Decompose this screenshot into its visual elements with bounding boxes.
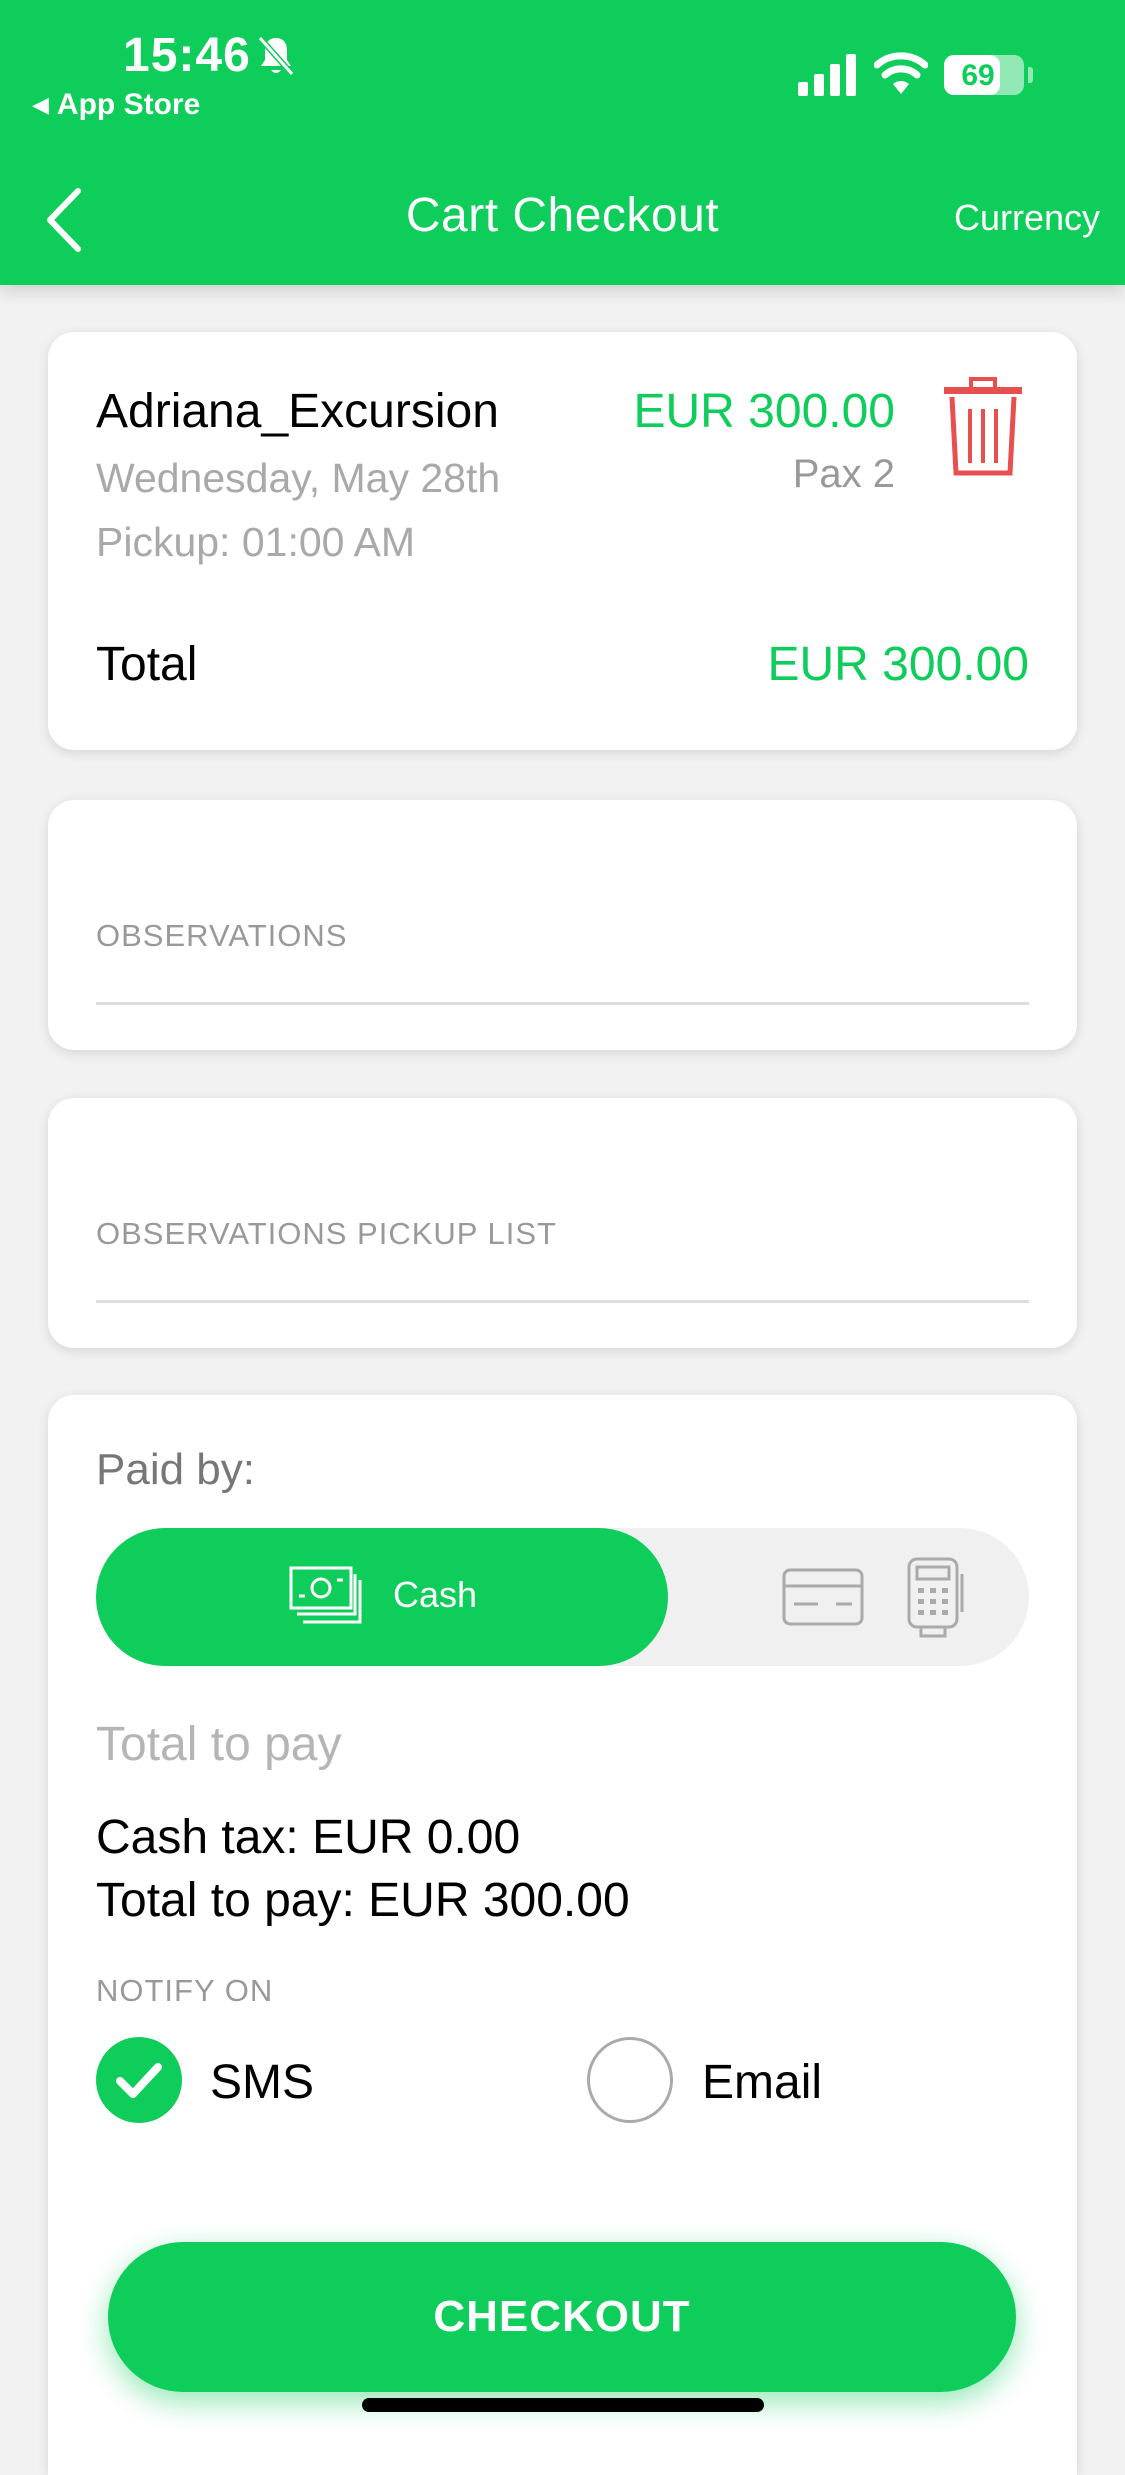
total-label: Total — [96, 638, 198, 691]
checkmark-icon — [116, 2063, 162, 2098]
header: 15:46 ◀ App Store 69 Cart Checkout Curren… — [0, 0, 1125, 285]
sms-radio[interactable] — [96, 2037, 182, 2123]
back-to-app-link[interactable]: ◀ App Store — [32, 88, 200, 122]
total-to-pay: Total to pay: EUR 300.00 — [96, 1874, 630, 1927]
observations-underline — [96, 1002, 1029, 1005]
cart-item-card: Adriana_Excursion Wednesday, May 28th Pi… — [48, 332, 1077, 750]
battery-percent: 69 — [961, 59, 995, 92]
observations-pickup-underline — [96, 1300, 1029, 1303]
home-indicator — [362, 2398, 764, 2412]
total-to-pay-heading: Total to pay — [96, 1718, 342, 1771]
sms-label[interactable]: SMS — [210, 2055, 314, 2110]
observations-field[interactable]: OBSERVATIONS — [96, 918, 347, 954]
paid-by-label: Paid by: — [96, 1445, 255, 1494]
cash-icon — [289, 1566, 362, 1624]
cash-option[interactable]: Cash — [96, 1528, 668, 1666]
observations-pickup-card: OBSERVATIONS PICKUP LIST — [48, 1098, 1077, 1348]
wifi-icon — [874, 52, 928, 94]
item-name: Adriana_Excursion — [96, 385, 499, 438]
notify-on-label: NOTIFY ON — [96, 1973, 274, 2008]
observations-card: OBSERVATIONS — [48, 800, 1077, 1050]
item-pax: Pax 2 — [792, 452, 895, 496]
observations-pickup-field[interactable]: OBSERVATIONS PICKUP LIST — [96, 1216, 557, 1252]
credit-card-icon[interactable] — [782, 1568, 864, 1626]
item-pickup-time: Pickup: 01:00 AM — [96, 519, 416, 565]
cellular-signal-icon — [798, 54, 856, 96]
email-label[interactable]: Email — [702, 2055, 822, 2110]
payment-method-selector: Cash — [96, 1528, 1029, 1666]
total-value: EUR 300.00 — [767, 638, 1030, 691]
bell-muted-icon — [257, 36, 295, 76]
item-price: EUR 300.00 — [633, 385, 896, 438]
currency-button[interactable]: Currency — [954, 197, 1100, 239]
checkout-button[interactable]: CHECKOUT — [108, 2242, 1016, 2392]
pos-terminal-icon[interactable] — [906, 1556, 966, 1638]
battery-indicator: 69 — [944, 55, 1024, 95]
status-time: 15:46 — [123, 29, 251, 82]
back-to-app-label: App Store — [56, 88, 201, 121]
trash-icon[interactable] — [938, 377, 1028, 477]
cash-label: Cash — [393, 1574, 478, 1615]
item-date: Wednesday, May 28th — [96, 455, 501, 501]
cash-tax: Cash tax: EUR 0.00 — [96, 1811, 521, 1864]
email-radio[interactable] — [587, 2037, 673, 2123]
